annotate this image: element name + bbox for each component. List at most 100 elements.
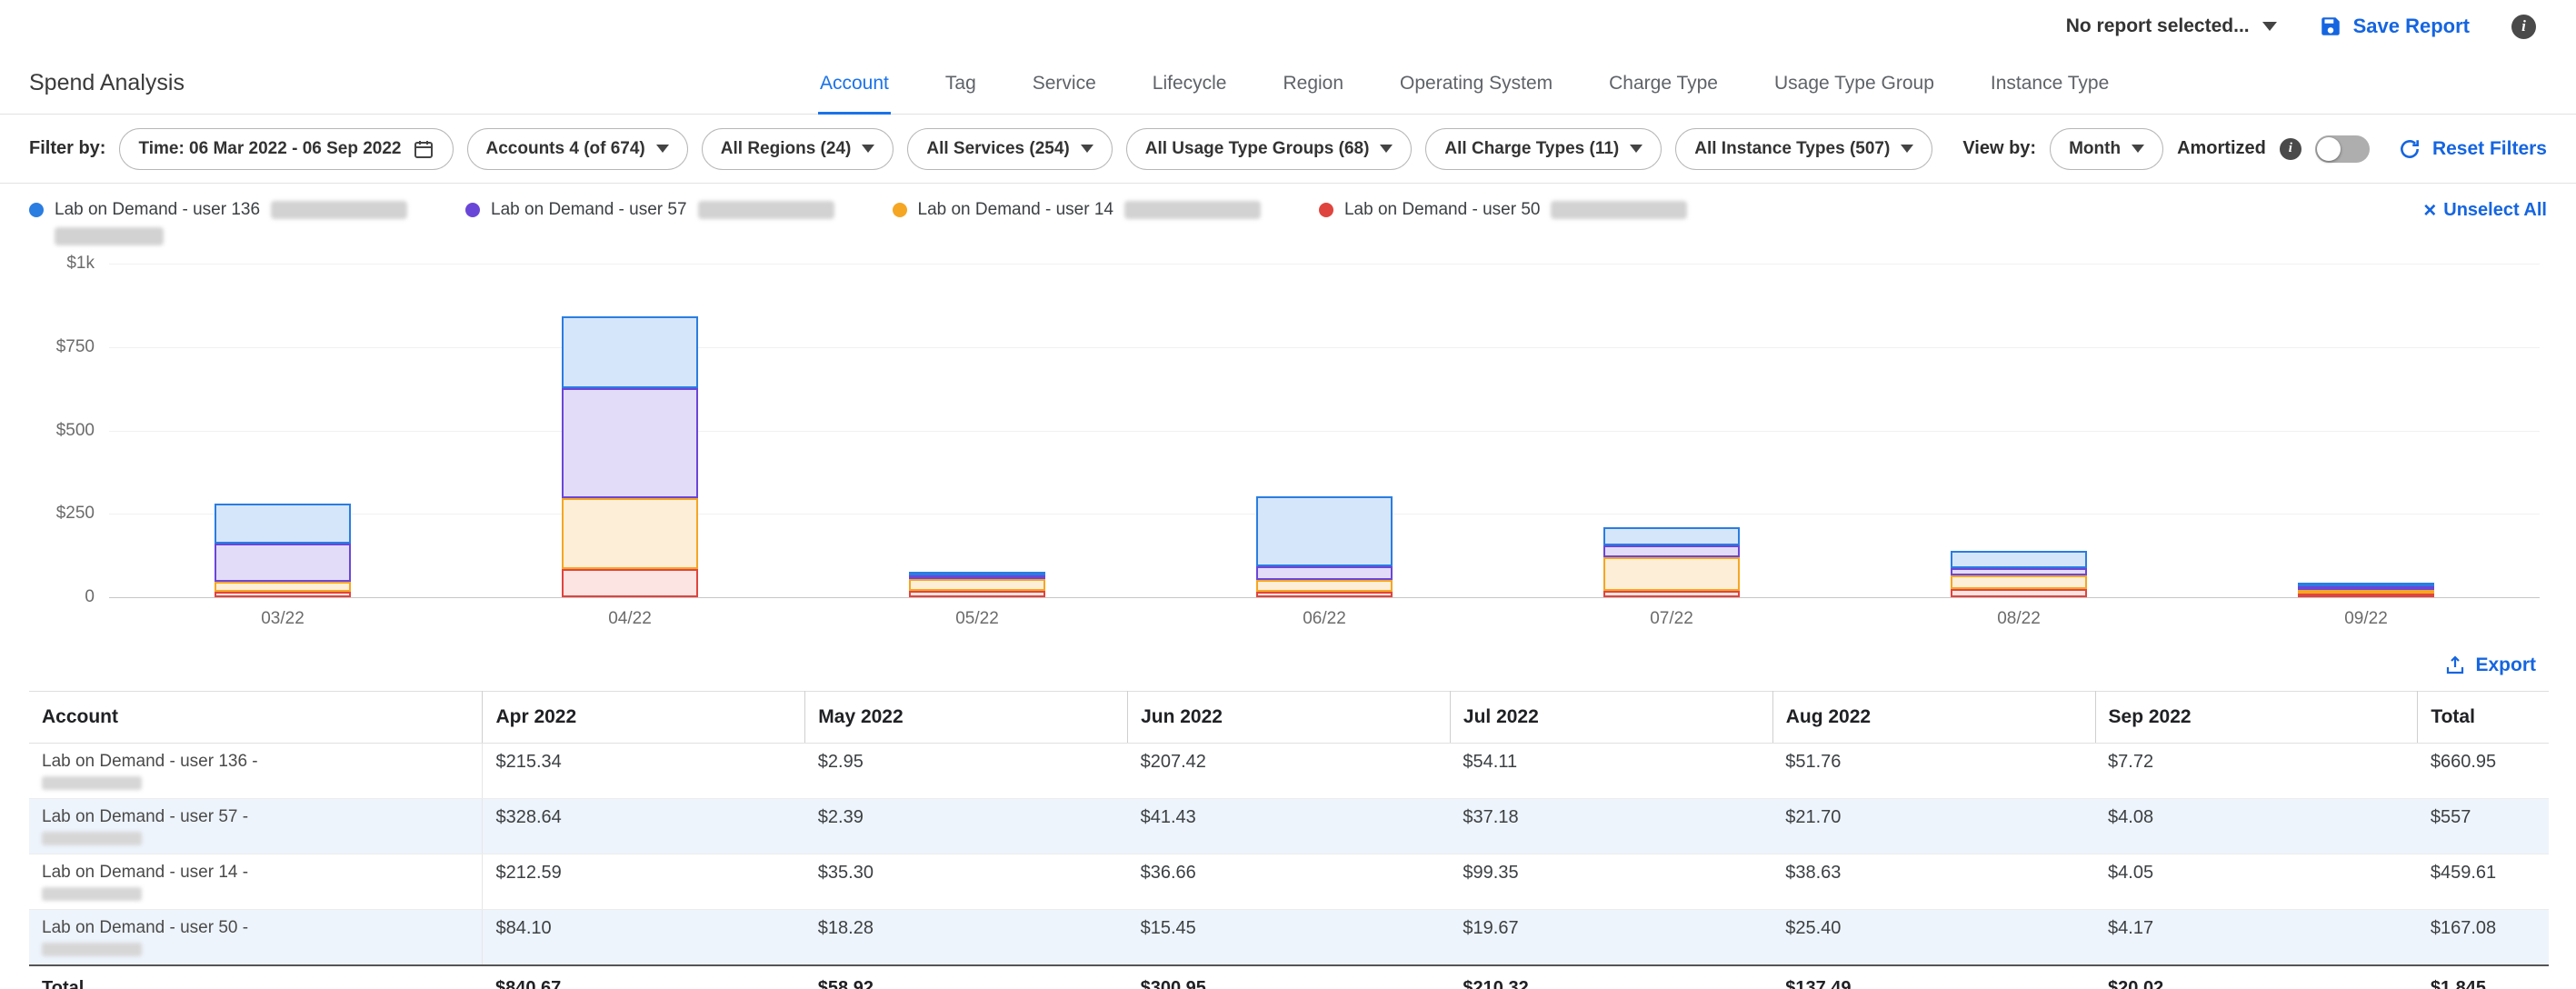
tab-usage-type-group[interactable]: Usage Type Group [1772, 53, 1936, 115]
bar-segment-user-50[interactable] [562, 569, 698, 597]
bar-segment-user-14[interactable] [215, 582, 351, 592]
amortized-info-icon[interactable]: i [2280, 138, 2301, 160]
chevron-down-icon [2132, 145, 2144, 153]
bar-segment-user-14[interactable] [1603, 557, 1740, 591]
bar-segment-user-50[interactable] [909, 591, 1045, 597]
bar-segment-user-14[interactable] [562, 498, 698, 569]
title-row: Spend Analysis Account Tag Service Lifec… [0, 53, 2576, 115]
redacted-text [42, 832, 142, 845]
time-filter-pill[interactable]: Time: 06 Mar 2022 - 06 Sep 2022 [119, 128, 453, 170]
x-axis-tick: 04/22 [456, 609, 804, 629]
bar-segment-user-50[interactable] [1256, 592, 1393, 597]
bar-column-08-22 [1845, 264, 2192, 597]
x-axis-tick: 06/22 [1151, 609, 1498, 629]
stacked-bar[interactable] [909, 572, 1045, 597]
y-axis-tick: $250 [29, 504, 95, 524]
table-cell: $37.18 [1450, 799, 1772, 854]
tab-account[interactable]: Account [818, 53, 891, 115]
column-header-total[interactable]: Total [2418, 692, 2549, 744]
table-cell: $19.67 [1450, 910, 1772, 966]
accounts-filter-pill[interactable]: Accounts 4 (of 674) [467, 128, 688, 170]
table-cell: $2.39 [805, 799, 1128, 854]
y-axis-tick: $750 [29, 337, 95, 357]
bar-segment-user-14[interactable] [1256, 580, 1393, 592]
reset-filters-button[interactable]: Reset Filters [2398, 137, 2547, 161]
bar-segment-user-50[interactable] [215, 592, 351, 597]
bar-segment-user-136[interactable] [562, 316, 698, 388]
legend-item-user-50[interactable]: Lab on Demand - user 50 [1319, 200, 1687, 220]
bar-segment-user-57[interactable] [562, 388, 698, 498]
column-header-apr-2022[interactable]: Apr 2022 [483, 692, 805, 744]
table-cell: $54.11 [1450, 744, 1772, 799]
column-header-jun-2022[interactable]: Jun 2022 [1128, 692, 1451, 744]
total-label-cell: Total [29, 965, 483, 989]
bar-segment-user-50[interactable] [1951, 589, 2087, 597]
services-filter-pill[interactable]: All Services (254) [907, 128, 1112, 170]
bar-segment-user-136[interactable] [1951, 551, 2087, 568]
table-cell: $25.40 [1772, 910, 2095, 966]
column-header-account[interactable]: Account [29, 692, 483, 744]
view-by-select[interactable]: Month [2050, 128, 2163, 170]
account-name: Lab on Demand - user 50 - [42, 918, 469, 938]
save-icon [2319, 15, 2342, 38]
legend-item-user-57[interactable]: Lab on Demand - user 57 [465, 200, 834, 220]
instance-types-filter-pill[interactable]: All Instance Types (507) [1675, 128, 1932, 170]
bar-segment-user-136[interactable] [215, 504, 351, 544]
tab-tag[interactable]: Tag [944, 53, 978, 115]
account-name: Lab on Demand - user 57 - [42, 807, 469, 827]
legend-item-user-136[interactable]: Lab on Demand - user 136 [29, 200, 407, 245]
bar-segment-user-50[interactable] [2298, 594, 2434, 597]
tab-service[interactable]: Service [1031, 53, 1098, 115]
bar-segment-user-50[interactable] [1603, 591, 1740, 597]
tab-operating-system[interactable]: Operating System [1398, 53, 1554, 115]
bar-segment-user-136[interactable] [1256, 496, 1393, 565]
save-report-button[interactable]: Save Report [2319, 15, 2470, 38]
legend-item-user-14[interactable]: Lab on Demand - user 14 [893, 200, 1261, 220]
tab-bar: Account Tag Service Lifecycle Region Ope… [818, 53, 2111, 114]
export-icon [2444, 654, 2466, 676]
y-axis-tick: $500 [29, 421, 95, 441]
amortized-label: Amortized [2177, 138, 2266, 159]
tab-lifecycle[interactable]: Lifecycle [1151, 53, 1229, 115]
stacked-bar[interactable] [1951, 551, 2087, 597]
tab-charge-type[interactable]: Charge Type [1607, 53, 1720, 115]
table-cell: $20.02 [2095, 965, 2418, 989]
column-header-jul-2022[interactable]: Jul 2022 [1450, 692, 1772, 744]
export-button[interactable]: Export [2444, 654, 2536, 676]
stacked-bar[interactable] [215, 504, 351, 597]
tab-instance-type[interactable]: Instance Type [1989, 53, 2111, 115]
table-cell: $38.63 [1772, 854, 2095, 910]
y-axis-tick: 0 [29, 587, 95, 607]
usage-type-groups-filter-pill[interactable]: All Usage Type Groups (68) [1126, 128, 1413, 170]
column-header-may-2022[interactable]: May 2022 [805, 692, 1128, 744]
bar-segment-user-57[interactable] [1951, 568, 2087, 575]
amortized-toggle[interactable] [2315, 135, 2370, 163]
legend-dot-icon [465, 203, 480, 217]
account-name: Lab on Demand - user 14 - [42, 863, 469, 883]
filter-bar: Filter by: Time: 06 Mar 2022 - 06 Sep 20… [0, 115, 2576, 184]
stacked-bar[interactable] [1603, 527, 1740, 597]
tab-region[interactable]: Region [1281, 53, 1345, 115]
stacked-bar[interactable] [1256, 496, 1393, 597]
report-selector[interactable]: No report selected... [2066, 15, 2277, 37]
spend-table: Account Apr 2022 May 2022 Jun 2022 Jul 2… [29, 691, 2549, 989]
chart-plot-area: $1k $750 $500 $250 0 [109, 264, 2540, 598]
column-header-sep-2022[interactable]: Sep 2022 [2095, 692, 2418, 744]
bar-segment-user-57[interactable] [1603, 545, 1740, 558]
table-cell: $328.64 [483, 799, 805, 854]
bar-segment-user-136[interactable] [1603, 527, 1740, 545]
table-cell: $18.28 [805, 910, 1128, 966]
info-icon[interactable]: i [2511, 15, 2536, 39]
bar-segment-user-14[interactable] [1951, 575, 2087, 588]
bar-segment-user-14[interactable] [909, 579, 1045, 591]
table-total-row: Total $840.67 $58.92 $300.95 $210.32 $13… [29, 965, 2549, 989]
unselect-all-button[interactable]: × Unselect All [2423, 200, 2547, 221]
stacked-bar[interactable] [562, 316, 698, 597]
table-cell: $660.95 [2418, 744, 2549, 799]
column-header-aug-2022[interactable]: Aug 2022 [1772, 692, 2095, 744]
stacked-bar[interactable] [2298, 583, 2434, 597]
charge-types-filter-pill[interactable]: All Charge Types (11) [1425, 128, 1662, 170]
bar-segment-user-57[interactable] [215, 544, 351, 582]
regions-filter-pill[interactable]: All Regions (24) [702, 128, 894, 170]
bar-segment-user-57[interactable] [1256, 566, 1393, 580]
